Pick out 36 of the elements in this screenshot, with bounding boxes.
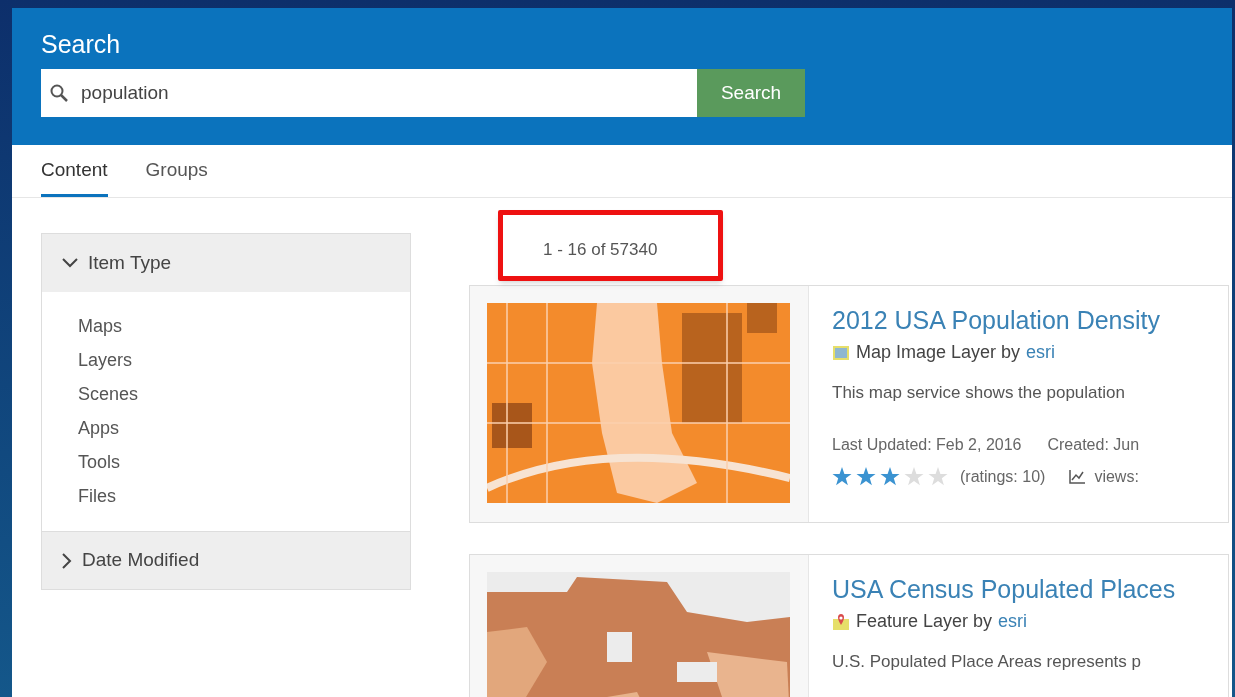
map-pin-icon	[832, 612, 850, 631]
result-title[interactable]: USA Census Populated Places	[832, 573, 1176, 606]
owner-link[interactable]: esri	[998, 608, 1028, 635]
item-description: U.S. Populated Place Areas represents p	[832, 651, 1142, 673]
last-updated: Last Updated: Feb 2, 2016	[832, 434, 1022, 455]
filter-option[interactable]: Scenes	[78, 381, 139, 408]
tab[interactable]: Groups	[145, 155, 208, 197]
created-date: Created: Jun	[1047, 434, 1140, 455]
search-icon	[49, 83, 69, 103]
item-type: Feature Layer by	[856, 610, 993, 633]
star-icon	[904, 467, 924, 486]
filter-header[interactable]: Date Modified	[42, 531, 410, 589]
map-layer-icon	[832, 344, 850, 361]
item-description: This map service shows the population	[832, 382, 1126, 404]
line-chart-icon	[1069, 469, 1087, 484]
chevron-right-icon	[62, 552, 72, 569]
page-title: Search	[41, 29, 122, 60]
item-type: Map Image Layer by	[856, 341, 1021, 364]
ratings-count: (ratings: 10)	[960, 466, 1046, 487]
filter-header[interactable]: Item Type	[42, 234, 410, 292]
filter-option[interactable]: Apps	[78, 415, 120, 442]
star-icon	[856, 467, 876, 486]
views-count: views:	[1094, 466, 1139, 487]
tab[interactable]: Content	[41, 155, 108, 197]
results-count: 1 - 16 of 57340	[543, 239, 658, 261]
owner-link[interactable]: esri	[1026, 339, 1056, 366]
filter-option[interactable]: Files	[78, 483, 116, 510]
chevron-down-icon	[62, 258, 78, 268]
star-icon	[880, 467, 900, 486]
search-field[interactable]: population	[41, 69, 697, 117]
filter-option[interactable]: Tools	[78, 449, 121, 476]
star-icon	[832, 467, 852, 486]
filter-option[interactable]: Maps	[78, 313, 122, 340]
filter-option[interactable]: Layers	[78, 347, 133, 374]
star-icon	[928, 467, 948, 486]
result-title[interactable]: 2012 USA Population Density	[832, 304, 1160, 337]
